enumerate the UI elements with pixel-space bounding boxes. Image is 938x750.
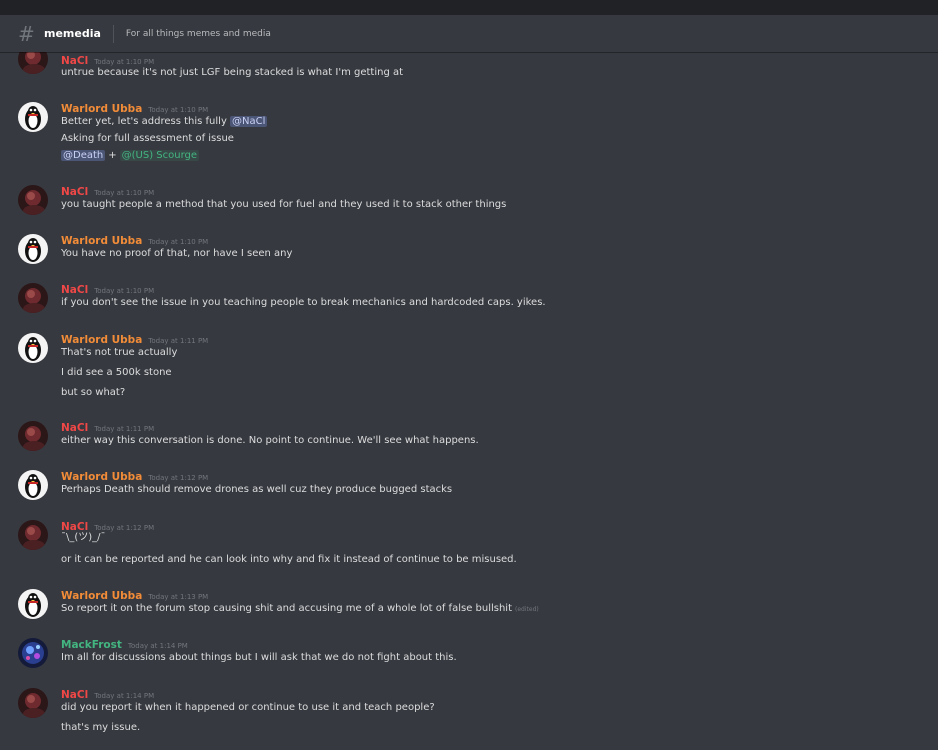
message-content: ¯\_(ツ)_/¯	[61, 532, 106, 543]
message-timestamp: Today at 1:14 PM	[94, 692, 155, 700]
avatar-mackfrost[interactable]	[18, 638, 48, 668]
message-content: either way this conversation is done. No…	[61, 435, 479, 446]
message-content: untrue because it's not just LGF being s…	[61, 67, 404, 78]
avatar-nacl[interactable]	[18, 688, 48, 718]
avatar-nacl[interactable]	[18, 520, 48, 550]
avatar-nacl[interactable]	[18, 283, 48, 313]
avatar-warlord-ubba[interactable]	[18, 333, 48, 363]
user-mention-death[interactable]: @Death	[61, 150, 106, 161]
avatar-warlord-ubba[interactable]	[18, 102, 48, 132]
channel-header: # memedia For all things memes and media	[0, 15, 938, 52]
message-timestamp: Today at 1:10 PM	[148, 106, 209, 114]
channel-topic[interactable]: For all things memes and media	[126, 29, 271, 39]
role-mention-scourge[interactable]: @(US) Scourge	[119, 150, 200, 161]
message-timestamp: Today at 1:10 PM	[94, 189, 155, 197]
edited-tag: (edited)	[515, 606, 539, 613]
message-author[interactable]: Warlord Ubba	[61, 103, 142, 115]
message-timestamp: Today at 1:13 PM	[148, 593, 209, 601]
message-timestamp: Today at 1:12 PM	[148, 474, 209, 482]
message-content: Perhaps Death should remove drones as we…	[61, 484, 453, 495]
message-content: Im all for discussions about things but …	[61, 652, 457, 663]
window-top-bar	[0, 0, 938, 15]
user-mention-nacl[interactable]: @NaCl	[230, 116, 268, 127]
message-content: that's my issue.	[61, 722, 141, 733]
message-text: Better yet, let's address this fully	[61, 116, 227, 127]
message-content: You have no proof of that, nor have I se…	[61, 248, 293, 259]
message-content: Asking for full assessment of issue	[61, 133, 234, 144]
message-content: Better yet, let's address this fully @Na…	[61, 116, 268, 128]
message-content: I did see a 500k stone	[61, 367, 172, 378]
message-content: you taught people a method that you used…	[61, 199, 507, 210]
message-timestamp: Today at 1:11 PM	[148, 337, 209, 345]
channel-hash-icon: #	[18, 21, 35, 46]
message-timestamp: Today at 1:11 PM	[94, 425, 155, 433]
message-timestamp: Today at 1:10 PM	[148, 238, 209, 246]
avatar-warlord-ubba[interactable]	[18, 234, 48, 264]
message-timestamp: Today at 1:10 PM	[94, 58, 155, 66]
message-content: So report it on the forum stop causing s…	[61, 603, 539, 616]
message-content: if you don't see the issue in you teachi…	[61, 297, 546, 308]
message-author[interactable]: Warlord Ubba	[61, 334, 142, 346]
message-author[interactable]: NaCl	[61, 689, 88, 701]
avatar-nacl[interactable]	[18, 52, 48, 74]
message-content: or it can be reported and he can look in…	[61, 554, 517, 565]
message-author[interactable]: NaCl	[61, 284, 88, 296]
message-author[interactable]: Warlord Ubba	[61, 471, 142, 483]
avatar-nacl[interactable]	[18, 421, 48, 451]
message-timestamp: Today at 1:14 PM	[127, 642, 188, 650]
message-content: That's not true actually	[61, 347, 178, 358]
message-author[interactable]: Warlord Ubba	[61, 235, 142, 247]
avatar-warlord-ubba[interactable]	[18, 470, 48, 500]
message-text: So report it on the forum stop causing s…	[61, 603, 513, 614]
message-content: @Death + @(US) Scourge	[61, 150, 200, 162]
message-content: but so what?	[61, 387, 126, 398]
header-divider	[112, 24, 114, 43]
avatar-nacl[interactable]	[18, 185, 48, 215]
message-content: did you report it when it happened or co…	[61, 702, 435, 713]
plus-sign: +	[108, 150, 117, 161]
message-list[interactable]: NaCl Today at 1:10 PM untrue because it's…	[0, 52, 938, 750]
channel-name[interactable]: memedia	[44, 27, 101, 40]
avatar-warlord-ubba[interactable]	[18, 589, 48, 619]
message-author[interactable]: NaCl	[61, 186, 88, 198]
message-author[interactable]: NaCl	[61, 55, 88, 67]
message-timestamp: Today at 1:12 PM	[94, 524, 155, 532]
message-timestamp: Today at 1:10 PM	[94, 287, 155, 295]
message-author[interactable]: MackFrost	[61, 639, 122, 651]
message-author[interactable]: Warlord Ubba	[61, 590, 142, 602]
message-author[interactable]: NaCl	[61, 422, 88, 434]
